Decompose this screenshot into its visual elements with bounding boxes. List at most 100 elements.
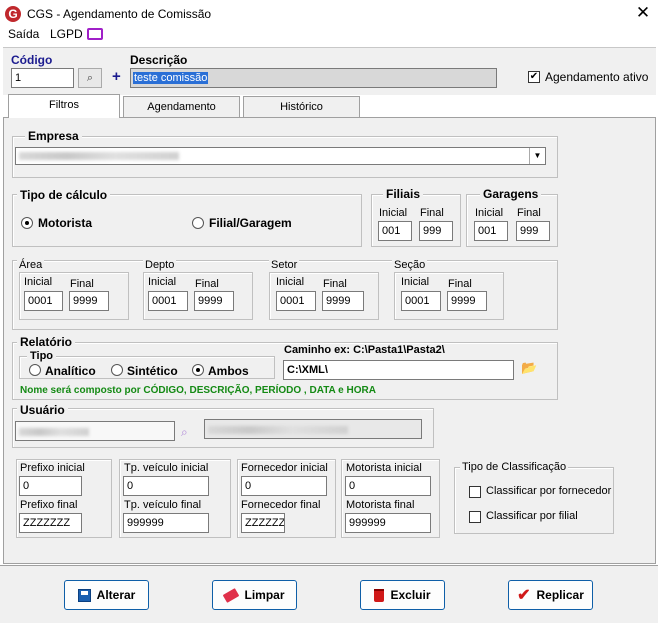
motorista-inicial-input[interactable]: 0 <box>345 476 431 496</box>
relatorio-note: Nome será composto por CÓDIGO, DESCRIÇÃO… <box>20 385 376 396</box>
garagens-final-input[interactable]: 999 <box>516 221 550 241</box>
limpar-button[interactable]: Limpar <box>212 580 297 610</box>
setor-final-label: Final <box>323 278 347 290</box>
analitico-label: Analítico <box>45 364 96 378</box>
secao-inicial-label: Inicial <box>401 276 430 288</box>
folder-open-icon[interactable]: 📂 <box>521 361 537 375</box>
tp-veiculo-final-input[interactable]: 999999 <box>123 513 209 533</box>
excluir-button[interactable]: Excluir <box>360 580 445 610</box>
caminho-label: Caminho ex: C:\Pasta1\Pasta2\ <box>284 344 445 356</box>
area-final-label: Final <box>70 278 94 290</box>
depto-inicial-label: Inicial <box>148 276 177 288</box>
relatorio-tipo-title: Tipo <box>27 350 57 362</box>
depto-final-input[interactable]: 9999 <box>194 291 234 311</box>
radio-filial-garagem[interactable] <box>192 217 204 229</box>
classificar-filial-checkbox[interactable] <box>469 511 481 523</box>
area-inicial-input[interactable]: 0001 <box>24 291 63 311</box>
alterar-button[interactable]: Alterar <box>64 580 149 610</box>
window-title: CGS - Agendamento de Comissão <box>27 7 212 21</box>
menu-lgpd[interactable]: LGPD <box>50 27 83 41</box>
setor-inicial-label: Inicial <box>276 276 305 288</box>
prefixo-inicial-input[interactable]: 0 <box>19 476 82 496</box>
chevron-down-icon[interactable]: ▼ <box>529 148 545 164</box>
filiais-inicial-label: Inicial <box>379 207 408 219</box>
agendamento-ativo-checkbox[interactable]: ✔ <box>528 71 540 83</box>
tipo-calculo-title: Tipo de cálculo <box>17 188 111 202</box>
prefixo-final-label: Prefixo final <box>20 499 78 511</box>
excluir-label: Excluir <box>390 588 431 602</box>
garagens-inicial-input[interactable]: 001 <box>474 221 508 241</box>
area-final-input[interactable]: 9999 <box>69 291 109 311</box>
depto-final-label: Final <box>195 278 219 290</box>
codigo-label: Código <box>11 53 53 67</box>
menu-saida[interactable]: Saída <box>8 27 39 41</box>
motorista-inicial-label: Motorista inicial <box>346 462 422 474</box>
descricao-input[interactable]: teste comissão <box>130 68 497 88</box>
radio-sintetico[interactable] <box>111 364 123 376</box>
save-icon <box>77 588 91 602</box>
usuario-title: Usuário <box>17 403 68 417</box>
replicar-button[interactable]: ✔ Replicar <box>508 580 593 610</box>
secao-final-input[interactable]: 9999 <box>447 291 487 311</box>
tab-historico[interactable]: Histórico <box>243 96 360 118</box>
setor-inicial-input[interactable]: 0001 <box>276 291 316 311</box>
radio-ambos[interactable] <box>192 364 204 376</box>
tab-filtros[interactable]: Filtros <box>8 94 120 118</box>
classificar-fornecedor-checkbox[interactable] <box>469 486 481 498</box>
tab-agendamento[interactable]: Agendamento <box>123 96 240 118</box>
depto-title: Depto <box>143 259 177 271</box>
checkmark-icon: ✔ <box>517 587 531 604</box>
garagens-final-label: Final <box>517 207 541 219</box>
agendamento-ativo-label: Agendamento ativo <box>545 70 649 84</box>
empresa-select[interactable] <box>15 147 546 165</box>
secao-title: Seção <box>392 259 428 271</box>
descricao-selected-text: teste comissão <box>133 72 209 84</box>
depto-inicial-input[interactable]: 0001 <box>148 291 188 311</box>
tp-veiculo-inicial-input[interactable]: 0 <box>123 476 209 496</box>
area-title: Área <box>17 259 45 271</box>
radio-analitico[interactable] <box>29 364 41 376</box>
usuario-nome-input <box>204 419 422 439</box>
trash-icon <box>374 588 385 602</box>
filiais-final-input[interactable]: 999 <box>419 221 453 241</box>
tp-veiculo-final-label: Tp. veículo final <box>124 499 202 511</box>
filiais-title: Filiais <box>383 187 424 201</box>
prefixo-final-input[interactable]: ZZZZZZZ <box>19 513 82 533</box>
limpar-label: Limpar <box>244 588 285 602</box>
ambos-label: Ambos <box>208 364 249 378</box>
motorista-label: Motorista <box>38 216 92 230</box>
classificacao-title: Tipo de Classificação <box>460 461 569 473</box>
secao-inicial-input[interactable]: 0001 <box>401 291 441 311</box>
classificacao-group <box>454 467 614 534</box>
usuario-codigo-input[interactable] <box>15 421 175 441</box>
fornecedor-inicial-label: Fornecedor inicial <box>241 462 328 474</box>
radio-motorista[interactable] <box>21 217 33 229</box>
motorista-final-input[interactable]: 999999 <box>345 513 431 533</box>
motorista-final-label: Motorista final <box>346 499 415 511</box>
filiais-final-label: Final <box>420 207 444 219</box>
fornecedor-final-label: Fornecedor final <box>241 499 321 511</box>
classificar-fornecedor-label: Classificar por fornecedor <box>486 485 612 497</box>
filial-garagem-label: Filial/Garagem <box>209 216 292 230</box>
monitor-icon[interactable] <box>87 28 103 40</box>
search-icon[interactable]: ⌕ <box>181 425 188 440</box>
caminho-input[interactable]: C:\XML\ <box>283 360 514 380</box>
binoculars-search-icon[interactable]: ⌕ <box>78 68 102 88</box>
fornecedor-inicial-input[interactable]: 0 <box>241 476 327 496</box>
codigo-input[interactable]: 1 <box>11 68 74 88</box>
area-inicial-label: Inicial <box>24 276 53 288</box>
add-plus-icon[interactable]: + <box>112 68 121 85</box>
setor-final-input[interactable]: 9999 <box>322 291 364 311</box>
replicar-label: Replicar <box>536 588 584 602</box>
relatorio-title: Relatório <box>17 335 76 349</box>
app-logo-icon: G <box>5 6 21 22</box>
close-icon[interactable]: ✕ <box>632 3 654 23</box>
alterar-label: Alterar <box>96 588 136 602</box>
garagens-title: Garagens <box>480 187 542 201</box>
filiais-inicial-input[interactable]: 001 <box>378 221 412 241</box>
secao-final-label: Final <box>448 278 472 290</box>
eraser-icon <box>223 587 240 603</box>
fornecedor-final-input[interactable]: ZZZZZZ <box>241 513 285 533</box>
prefixo-inicial-label: Prefixo inicial <box>20 462 85 474</box>
classificar-filial-label: Classificar por filial <box>486 510 578 522</box>
